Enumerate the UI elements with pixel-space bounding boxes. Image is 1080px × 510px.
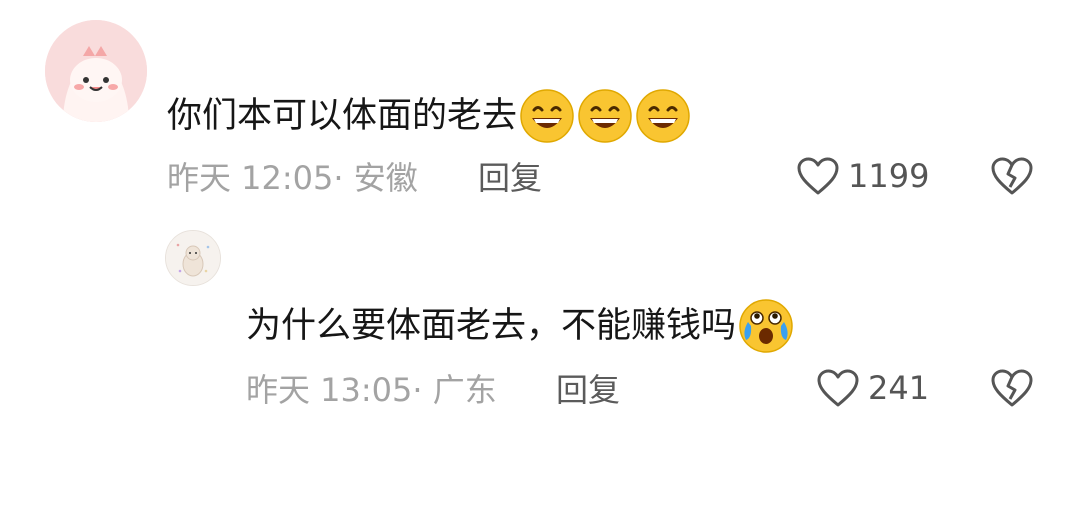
- dislike-button[interactable]: [990, 156, 1034, 200]
- grinning-face-icon: [578, 89, 632, 143]
- comment-text: 你们本可以体面的老去: [167, 96, 518, 136]
- broken-heart-icon: [991, 369, 1033, 407]
- reply-button[interactable]: 回复: [478, 158, 542, 198]
- reply-meta: 昨天 13:05· 广东: [246, 370, 497, 410]
- comment-time: 昨天 12:05: [167, 159, 334, 197]
- crying-laughing-face-icon: [739, 299, 793, 353]
- reply-location: · 广东: [412, 371, 497, 409]
- replier-avatar[interactable]: [165, 230, 221, 286]
- heart-outline-icon: [797, 157, 839, 195]
- commenter-avatar[interactable]: [45, 20, 147, 122]
- like-count: 1199: [848, 157, 930, 195]
- reply-text-row: 为什么要体面老去，不能赚钱吗: [246, 298, 794, 354]
- reply-time: 昨天 13:05: [246, 371, 413, 409]
- comment-text-row: 你们本可以体面的老去: [167, 88, 691, 144]
- comment-meta: 昨天 12:05· 安徽: [167, 158, 418, 198]
- heart-outline-icon: [817, 369, 859, 407]
- reply-text: 为什么要体面老去，不能赚钱吗: [246, 306, 737, 346]
- broken-heart-icon: [991, 157, 1033, 195]
- like-button[interactable]: 1199: [796, 156, 929, 196]
- small-character-icon: [166, 231, 220, 285]
- grinning-face-icon: [520, 89, 574, 143]
- reply-button[interactable]: 回复: [556, 370, 620, 410]
- dislike-button[interactable]: [990, 368, 1034, 412]
- like-count: 241: [868, 369, 930, 407]
- comment-location: · 安徽: [333, 159, 418, 197]
- grinning-face-icon: [636, 89, 690, 143]
- like-button[interactable]: 241: [816, 368, 929, 408]
- cute-character-icon: [45, 20, 147, 122]
